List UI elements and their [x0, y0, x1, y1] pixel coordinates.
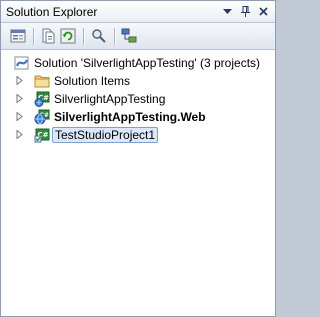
auto-hide-pin-icon[interactable] — [238, 4, 253, 19]
panel-title: Solution Explorer — [6, 5, 98, 19]
tree-row-silverlight-web[interactable]: C# SilverlightAppTesting.Web — [1, 108, 275, 126]
refresh-icon[interactable] — [59, 27, 77, 45]
csharp-project-icon: C# — [34, 91, 50, 107]
title-bar[interactable]: Solution Explorer — [1, 1, 275, 23]
window-position-dropdown-icon[interactable] — [220, 4, 235, 19]
tree-item-label: Solution Items — [54, 74, 131, 88]
properties-icon[interactable] — [9, 27, 27, 45]
web-project-icon: C# — [34, 109, 50, 125]
show-all-files-icon[interactable] — [39, 27, 57, 45]
expand-arrow-icon[interactable] — [15, 111, 24, 122]
view-code-icon[interactable] — [90, 27, 108, 45]
expand-arrow-icon[interactable] — [15, 93, 24, 104]
solution-label: Solution 'SilverlightAppTesting' (3 proj… — [34, 56, 261, 70]
folder-icon — [34, 73, 50, 89]
tree-item-label: SilverlightAppTesting.Web — [54, 110, 206, 124]
tree-row-test-studio-project[interactable]: C# TestStudioProject1 — [1, 126, 275, 144]
solution-tree: Solution 'SilverlightAppTesting' (3 proj… — [1, 51, 275, 316]
tree-row-solution-items[interactable]: Solution Items — [1, 72, 275, 90]
tree-item-label: SilverlightAppTesting — [54, 92, 166, 106]
tree-row-solution[interactable]: Solution 'SilverlightAppTesting' (3 proj… — [1, 54, 275, 72]
toolbar — [1, 23, 275, 50]
solution-explorer-panel: Solution Explorer Solution 'SilverlightA… — [0, 0, 276, 317]
solution-icon — [14, 55, 30, 71]
tree-item-label[interactable]: TestStudioProject1 — [52, 127, 159, 143]
tree-row-silverlight-app[interactable]: C# SilverlightAppTesting — [1, 90, 275, 108]
expand-arrow-icon[interactable] — [15, 75, 24, 86]
test-project-icon: C# — [34, 127, 50, 143]
expand-arrow-icon[interactable] — [15, 129, 24, 140]
class-view-icon[interactable] — [120, 27, 138, 45]
close-icon[interactable] — [256, 4, 271, 19]
